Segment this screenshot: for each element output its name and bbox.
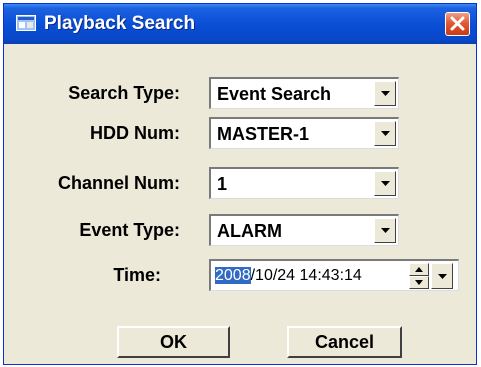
time-label: Time:	[113, 265, 161, 285]
event-type-label: Event Type:	[79, 220, 180, 240]
time-value[interactable]: 2008/10/24 14:43:14	[215, 267, 362, 285]
time-spinner[interactable]	[409, 263, 429, 289]
event-type-row: Event Type: ALARM	[4, 214, 476, 248]
spin-up-button[interactable]	[409, 263, 429, 276]
search-type-select[interactable]: Event Search	[209, 77, 399, 109]
window-title: Playback Search	[44, 13, 196, 34]
channel-num-select[interactable]: 1	[209, 167, 399, 199]
time-picker[interactable]: 2008/10/24 14:43:14	[209, 259, 459, 291]
event-type-select[interactable]: ALARM	[209, 214, 399, 246]
chevron-down-icon	[381, 181, 390, 186]
event-type-value: ALARM	[217, 221, 282, 241]
hdd-num-label: HDD Num:	[90, 123, 180, 143]
close-button[interactable]	[445, 12, 470, 36]
time-row: Time: 2008/10/24 14:43:14	[4, 259, 476, 293]
channel-num-label: Channel Num:	[57, 173, 180, 193]
spin-down-button[interactable]	[409, 276, 429, 289]
time-dropdown-button[interactable]	[431, 263, 453, 289]
hdd-num-dropdown-button[interactable]	[374, 121, 396, 146]
search-type-row: Search Type: Event Search	[4, 77, 476, 111]
chevron-down-icon	[381, 131, 390, 136]
hdd-num-row: HDD Num: MASTER-1	[4, 117, 476, 151]
search-type-dropdown-button[interactable]	[374, 81, 396, 106]
playback-icon	[16, 15, 36, 31]
chevron-down-icon	[381, 228, 390, 233]
arrow-down-icon	[415, 280, 423, 285]
time-year-selected[interactable]: 2008	[215, 267, 251, 284]
ok-button[interactable]: OK	[117, 326, 230, 358]
arrow-up-icon	[415, 267, 423, 272]
time-rest[interactable]: /10/24 14:43:14	[251, 267, 362, 284]
channel-num-row: Channel Num: 1	[4, 167, 476, 201]
channel-num-value: 1	[217, 174, 228, 194]
search-type-label: Search Type:	[68, 83, 180, 103]
event-type-dropdown-button[interactable]	[374, 218, 396, 243]
channel-num-dropdown-button[interactable]	[374, 171, 396, 196]
cancel-button[interactable]: Cancel	[287, 326, 402, 358]
chevron-down-icon	[381, 91, 390, 96]
playback-search-dialog: Playback Search Search Type: Event Searc…	[3, 3, 477, 365]
hdd-num-value: MASTER-1	[217, 124, 310, 144]
hdd-num-select[interactable]: MASTER-1	[209, 117, 399, 149]
chevron-down-icon	[438, 274, 447, 279]
search-type-value: Event Search	[217, 84, 332, 104]
title-bar[interactable]: Playback Search	[4, 4, 476, 44]
close-x-icon	[450, 16, 465, 31]
